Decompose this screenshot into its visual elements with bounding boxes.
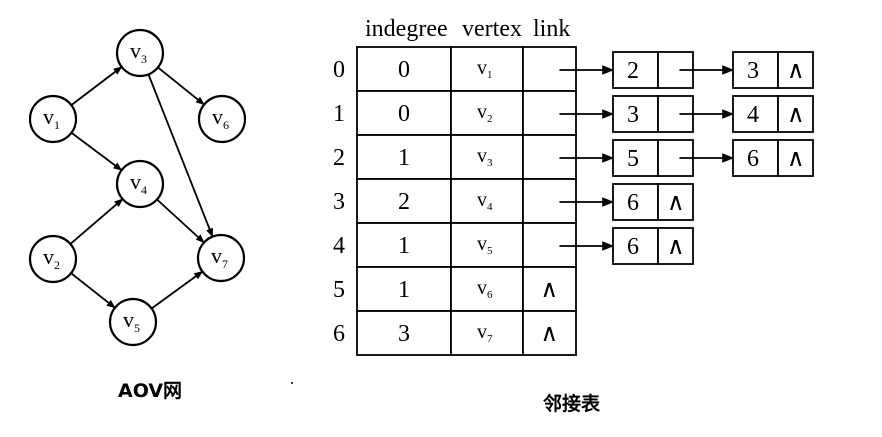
list-node-value: 6 <box>627 190 639 216</box>
adjacency-lists: 2 3 ∧3 4 ∧5 6 ∧6 ∧6 ∧ <box>559 51 814 265</box>
row-index: 0 <box>333 57 345 83</box>
node-v1: v1 <box>28 94 78 144</box>
edge-v4-v7 <box>156 198 205 244</box>
null-link: ∧ <box>541 321 559 347</box>
row-index: 4 <box>333 233 345 259</box>
edge-v3-v7 <box>147 74 214 238</box>
graph-nodes: v1 v2 v3 v4 v5 v6 v7 <box>28 28 247 347</box>
indegree-value: 1 <box>398 145 410 171</box>
link-cell <box>522 178 577 224</box>
list-node-value: 5 <box>627 146 639 172</box>
edge-v3-v6 <box>157 66 205 106</box>
table-caption: 邻接表 <box>543 392 601 415</box>
adjacency-table: 0 0 v11 0 v22 1 v33 2 v44 1 v55 1 v6 ∧6 3 v7 ∧ <box>333 46 577 356</box>
table-row: 2 1 v3 <box>333 134 577 180</box>
indegree-value: 0 <box>398 101 410 127</box>
node-v4: v4 <box>115 159 165 209</box>
link-cell <box>522 46 577 92</box>
list-node: 6 ∧ <box>732 139 814 177</box>
list-node: 4 ∧ <box>732 95 814 133</box>
link-cell <box>522 90 577 136</box>
indegree-value: 0 <box>398 57 410 83</box>
node-v5: v5 <box>108 297 158 347</box>
node-v2: v2 <box>28 234 78 284</box>
edge-v2-v4 <box>69 198 124 245</box>
table-row: 3 2 v4 <box>333 178 577 224</box>
edge-v1-v3 <box>70 66 123 106</box>
indegree-value: 3 <box>398 321 410 347</box>
null-link: ∧ <box>787 58 805 84</box>
link-cell <box>522 222 577 268</box>
edge-v1-v4 <box>70 132 123 171</box>
null-link: ∧ <box>787 146 805 172</box>
null-link: ∧ <box>787 102 805 128</box>
header-vertex: vertex <box>462 16 522 42</box>
aov-adjacency-diagram: v1 v2 v3 v4 v5 v6 v7 AOV网 indegree vertex link… <box>28 16 814 415</box>
node-v6: v6 <box>197 94 247 144</box>
indegree-value: 2 <box>398 189 410 215</box>
node-v7: v7 <box>196 233 246 283</box>
list-node-value: 6 <box>627 234 639 260</box>
row-index: 1 <box>333 101 345 127</box>
table-row: 1 0 v2 <box>333 90 577 136</box>
null-link: ∧ <box>541 277 559 303</box>
link-cell <box>522 134 577 180</box>
edge-v5-v7 <box>151 270 204 310</box>
null-link: ∧ <box>667 190 685 216</box>
graph-caption: AOV网 <box>118 380 182 402</box>
header-indegree: indegree <box>365 16 448 42</box>
node-v3: v3 <box>115 28 165 78</box>
row-index: 5 <box>333 277 345 303</box>
list-node-value: 4 <box>747 102 759 128</box>
list-node: 3 ∧ <box>732 51 814 89</box>
list-node-value: 3 <box>627 102 639 128</box>
indegree-value: 1 <box>398 233 410 259</box>
row-index: 6 <box>333 321 345 347</box>
table-headers: indegree vertex link <box>365 16 570 42</box>
list-node: 6 ∧ <box>612 183 694 221</box>
list-node-value: 3 <box>747 58 759 84</box>
list-node-value: 6 <box>747 146 759 172</box>
header-link: link <box>533 16 570 42</box>
list-node: 6 ∧ <box>612 227 694 265</box>
null-link: ∧ <box>667 234 685 260</box>
speck-dot <box>291 382 293 384</box>
list-node-value: 2 <box>627 58 639 84</box>
table-row: 0 0 v1 <box>333 46 577 92</box>
indegree-value: 1 <box>398 277 410 303</box>
row-index: 3 <box>333 189 345 215</box>
table-row: 5 1 v6 ∧ <box>333 266 577 312</box>
table-row: 6 3 v7 ∧ <box>333 310 577 356</box>
edge-v2-v5 <box>70 272 116 309</box>
table-row: 4 1 v5 <box>333 222 577 268</box>
row-index: 2 <box>333 145 345 171</box>
